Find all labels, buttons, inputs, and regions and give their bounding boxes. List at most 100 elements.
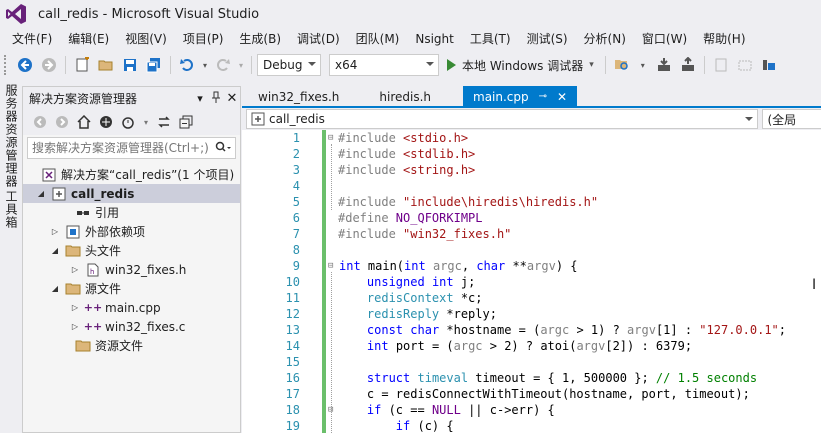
text-cursor-icon: I [812, 277, 817, 293]
solution-configuration-dropdown[interactable]: Debug [257, 54, 321, 76]
menu-nsight[interactable]: Nsight [407, 28, 462, 50]
expand-arrow-icon[interactable]: ▷ [69, 303, 81, 312]
search-icon[interactable] [215, 141, 231, 158]
tree-item-external-deps[interactable]: ▷ 外部依赖项 [23, 222, 240, 241]
tree-item-label: 引用 [95, 206, 120, 220]
tree-item-main-cpp[interactable]: ▷ ++ main.cpp [23, 298, 240, 317]
undo-dropdown-icon[interactable]: ▾ [200, 54, 210, 76]
tree-item-header-files[interactable]: ◢ 头文件 [23, 241, 240, 260]
cpp-file-icon: ++ [83, 301, 103, 314]
solution-tree: 解决方案“call_redis”(1 个项目) ◢ call_redis 引用 … [23, 165, 240, 355]
change-tracking-bar [322, 130, 326, 433]
collapse-outline-icon[interactable]: ⊟ [328, 261, 333, 271]
chevron-down-icon[interactable]: ▾ [589, 60, 594, 70]
collapse-arrow-icon[interactable]: ◢ [49, 246, 61, 255]
start-debugging-button[interactable]: 本地 Windows 调试器 ▾ [441, 54, 600, 76]
expand-arrow-icon[interactable]: ▷ [49, 227, 61, 236]
line-number: 16 [285, 371, 300, 385]
collapse-all-icon[interactable] [177, 113, 195, 131]
collapse-outline-icon[interactable]: ⊟ [328, 133, 333, 143]
collapse-arrow-icon[interactable]: ◢ [35, 189, 47, 198]
back-icon[interactable] [14, 54, 36, 76]
solution-platform-dropdown[interactable]: x64 [329, 54, 439, 76]
forward-icon[interactable] [38, 54, 60, 76]
member-scope-dropdown[interactable]: (全局 [762, 109, 821, 129]
close-tab-icon[interactable]: ✕ [557, 86, 567, 108]
collapse-outline-icon[interactable]: ⊟ [328, 405, 333, 415]
toolbar-grip[interactable] [4, 55, 8, 75]
solution-explorer-panel: 解决方案资源管理器 ▾ ✕ ▾ 搜索解决方案资源管理器(Ctrl+;) 解决方案… [22, 86, 241, 433]
menu-debug[interactable]: 调试(D) [289, 28, 348, 50]
save-icon[interactable] [119, 54, 141, 76]
menu-team[interactable]: 团队(M) [348, 28, 408, 50]
attach-process-icon[interactable] [653, 54, 675, 76]
pending-changes-filter-icon[interactable] [119, 113, 137, 131]
solution-search-input[interactable] [32, 141, 212, 155]
toolbar-separator [703, 56, 705, 74]
chevron-down-icon[interactable]: ▾ [141, 113, 151, 131]
tab-label: main.cpp [473, 90, 529, 104]
server-explorer-tab[interactable]: 服务器资源管理器 [3, 84, 20, 188]
menu-tools[interactable]: 工具(T) [462, 28, 519, 50]
tree-item-label: call_redis [71, 186, 135, 201]
tab-hiredis-h[interactable]: hiredis.h [369, 86, 441, 108]
folder-icon [75, 339, 91, 353]
toolbox-tab[interactable]: 工具箱 [3, 190, 20, 229]
switch-views-icon[interactable] [97, 113, 115, 131]
tree-item-win32-fixes-h[interactable]: ▷ h win32_fixes.h [23, 260, 240, 279]
line-number: 9 [292, 259, 300, 273]
tree-item-win32-fixes-c[interactable]: ▷ ++ win32_fixes.c [23, 317, 240, 336]
find-in-files-icon[interactable] [611, 54, 633, 76]
tab-main-cpp[interactable]: main.cpp ⊸ ✕ [463, 86, 578, 108]
pin-icon[interactable] [208, 91, 224, 106]
close-icon[interactable]: ✕ [224, 91, 240, 106]
deploy-icon[interactable] [677, 54, 699, 76]
line-number: 18 [285, 403, 300, 417]
cpp-file-icon: ++ [83, 320, 103, 333]
chevron-down-icon [308, 62, 316, 66]
home-icon[interactable] [75, 113, 93, 131]
tree-item-project[interactable]: ◢ call_redis [23, 184, 240, 203]
panel-dropdown-icon[interactable]: ▾ [192, 92, 208, 105]
tree-item-solution[interactable]: 解决方案“call_redis”(1 个项目) [23, 165, 240, 184]
panel-title: 解决方案资源管理器 [29, 91, 138, 106]
tree-item-source-files[interactable]: ◢ 源文件 [23, 279, 240, 298]
menu-edit[interactable]: 编辑(E) [60, 28, 117, 50]
project-scope-dropdown[interactable]: call_redis [246, 109, 759, 129]
bookmark-icon[interactable] [734, 54, 756, 76]
menu-help[interactable]: 帮助(H) [695, 28, 753, 50]
menu-window[interactable]: 窗口(W) [634, 28, 695, 50]
line-number: 2 [292, 147, 300, 161]
solution-search-box[interactable] [27, 137, 236, 159]
layout-icon[interactable] [758, 54, 780, 76]
menu-analyze[interactable]: 分析(N) [576, 28, 634, 50]
menu-bar: 文件(F) 编辑(E) 视图(V) 项目(P) 生成(B) 调试(D) 团队(M… [0, 28, 821, 50]
tree-item-references[interactable]: 引用 [23, 203, 240, 222]
menu-view[interactable]: 视图(V) [117, 28, 175, 50]
menu-file[interactable]: 文件(F) [4, 28, 60, 50]
tab-win32-fixes-h[interactable]: win32_fixes.h [248, 86, 349, 108]
undo-icon[interactable] [176, 54, 198, 76]
tree-item-label: win32_fixes.h [105, 262, 187, 277]
expand-arrow-icon[interactable]: ▷ [69, 322, 81, 331]
tree-item-resource-files[interactable]: 资源文件 [23, 336, 240, 355]
menu-test[interactable]: 测试(S) [519, 28, 576, 50]
expand-arrow-icon[interactable]: ▷ [69, 265, 81, 274]
menu-build[interactable]: 生成(B) [231, 28, 289, 50]
redo-dropdown-icon[interactable]: ▾ [236, 54, 246, 76]
open-file-icon[interactable] [95, 54, 117, 76]
redo-icon[interactable] [212, 54, 234, 76]
forward-icon[interactable] [53, 113, 71, 131]
code-editor[interactable]: 1 2 3 4 5 6 7 8 9 10 11 12 13 14 15 16 1… [242, 130, 821, 433]
comment-icon[interactable] [710, 54, 732, 76]
line-number: 11 [285, 291, 300, 305]
new-project-icon[interactable] [71, 54, 93, 76]
collapse-arrow-icon[interactable]: ◢ [49, 284, 61, 293]
sync-icon[interactable] [155, 113, 173, 131]
step-into-icon[interactable]: ▾ [635, 54, 651, 76]
menu-project[interactable]: 项目(P) [175, 28, 232, 50]
pin-tab-icon[interactable]: ⊸ [539, 86, 547, 108]
back-icon[interactable] [31, 113, 49, 131]
line-number: 19 [285, 419, 300, 433]
save-all-icon[interactable] [143, 54, 165, 76]
